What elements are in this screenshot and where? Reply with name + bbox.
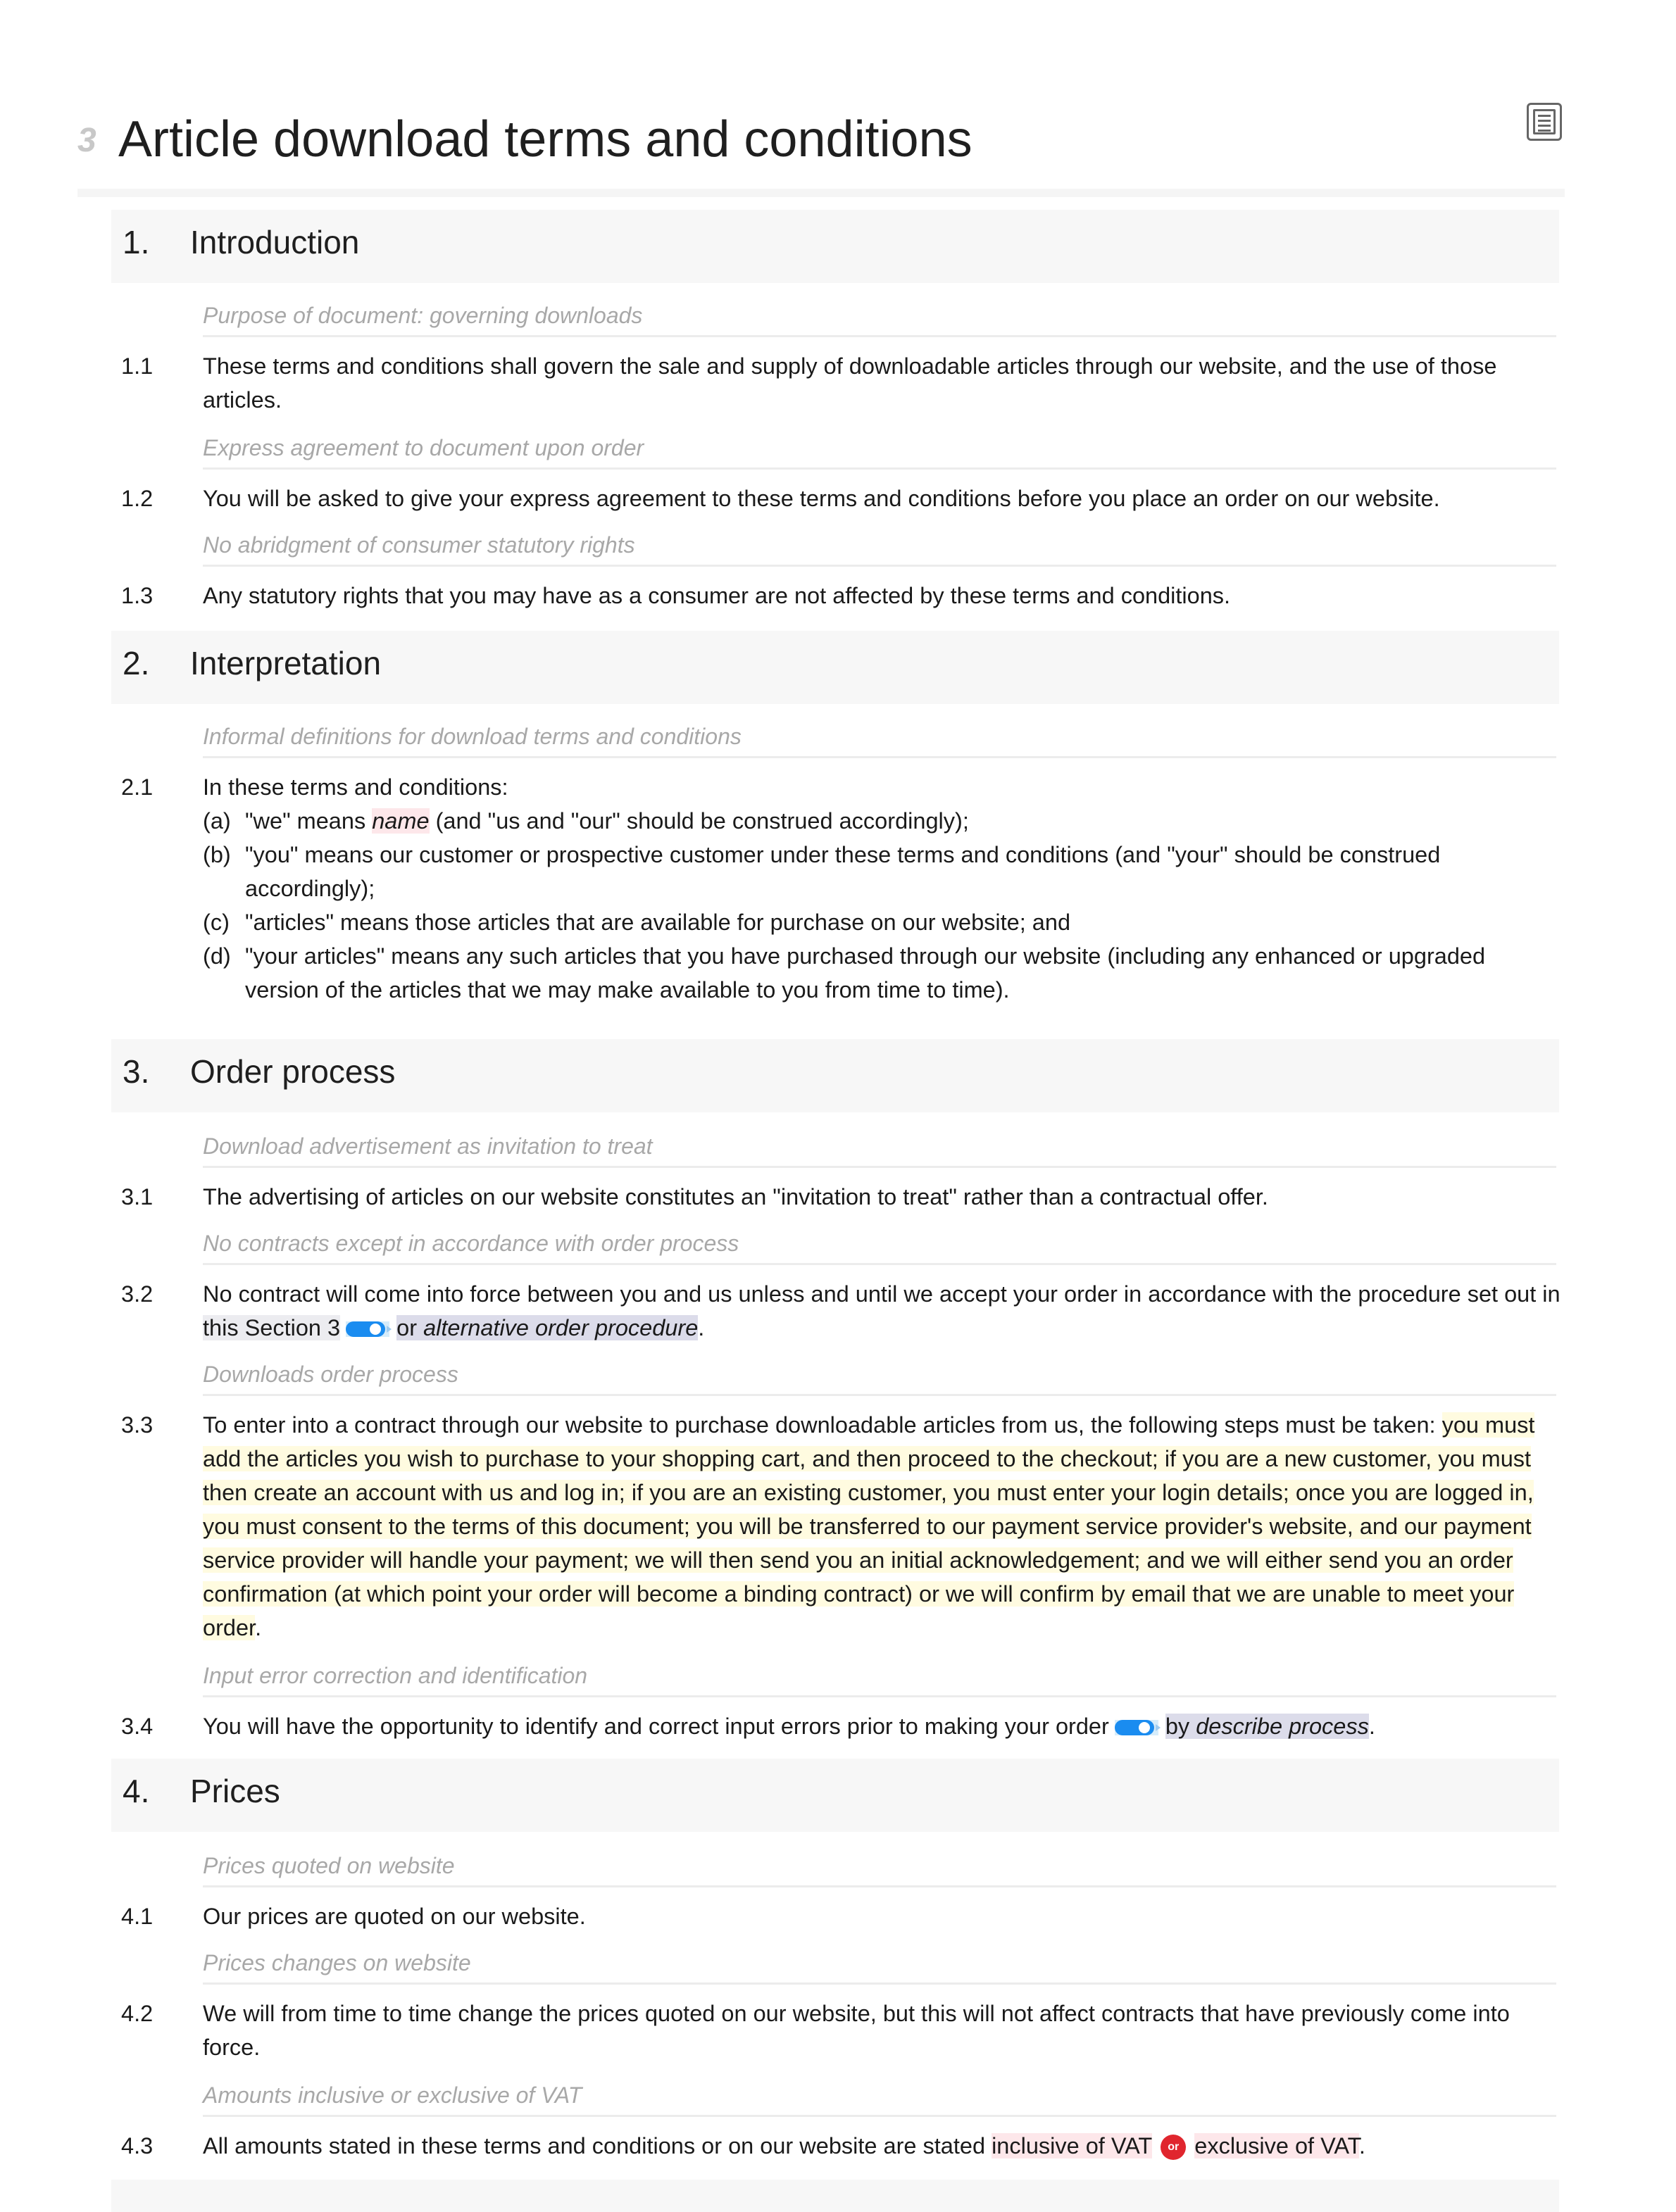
- clause-note: Input error correction and identificatio…: [203, 1663, 1556, 1697]
- clause-note: Download advertisement as invitation to …: [203, 1133, 1556, 1168]
- variable-alternative-order-procedure[interactable]: alternative order procedure: [423, 1315, 699, 1340]
- clause-text: Our prices are quoted on our website.: [203, 1904, 586, 1929]
- subclause-text: "you" means our customer or prospective …: [245, 842, 1441, 901]
- option-exclusive-of-vat[interactable]: exclusive of VAT: [1194, 2133, 1359, 2158]
- clause-number: 4.3: [121, 2133, 154, 2158]
- subclause-label: (c): [203, 910, 230, 935]
- clause-number: 1.1: [121, 353, 154, 379]
- clause-number: 4.1: [121, 1904, 154, 1929]
- table-of-contents-icon: [1533, 109, 1556, 134]
- clause-text: You will be asked to give your express a…: [203, 486, 1440, 511]
- subclause-d: (d) "your articles" means any such artic…: [203, 939, 1562, 1007]
- subclause-label: (b): [203, 842, 231, 867]
- brand-logo-icon: 3: [77, 122, 96, 159]
- variable-name[interactable]: name: [372, 808, 430, 834]
- subclause-a: (a) "we" means name (and "us and "our" s…: [203, 804, 1562, 838]
- section-heading-introduction: 1. Introduction: [111, 210, 1559, 283]
- clause-number: 1.2: [121, 486, 154, 511]
- section-title: Order process: [190, 1053, 396, 1090]
- section-heading-order-process: 3. Order process: [111, 1039, 1559, 1112]
- section-number: 1.: [123, 224, 150, 260]
- section-title: Introduction: [190, 224, 360, 260]
- clause-note: No abridgment of consumer statutory righ…: [203, 532, 1556, 567]
- clause-note: Express agreement to document upon order: [203, 435, 1556, 470]
- subclause-label: (d): [203, 943, 231, 969]
- clause-text: We will from time to time change the pri…: [203, 2001, 1510, 2060]
- clause-note: Downloads order process: [203, 1362, 1556, 1396]
- clause-note: Purpose of document: governing downloads: [203, 303, 1556, 337]
- subclause-c: (c) "articles" means those articles that…: [203, 905, 1562, 939]
- option-this-section-3[interactable]: this Section 3: [203, 1315, 341, 1340]
- clause-number: 3.4: [121, 1714, 154, 1739]
- section-number: 3.: [123, 1053, 150, 1090]
- clause-note: No contracts except in accordance with o…: [203, 1231, 1556, 1265]
- clause-number: 4.2: [121, 2001, 154, 2026]
- clause-text: These terms and conditions shall govern …: [203, 353, 1497, 413]
- table-of-contents-button[interactable]: [1527, 103, 1562, 141]
- clause-text: To enter into a contract through our web…: [203, 1412, 1442, 1438]
- clause-number: 2.1: [121, 774, 154, 800]
- clause-text: All amounts stated in these terms and co…: [203, 2133, 992, 2158]
- next-section-heading-partial: [111, 2180, 1559, 2212]
- clause-text: Any statutory rights that you may have a…: [203, 583, 1231, 608]
- subclause-label: (a): [203, 808, 231, 834]
- clause-text: In these terms and conditions:: [203, 774, 508, 800]
- subclause-text: "articles" means those articles that are…: [245, 910, 1071, 935]
- clause-number: 3.2: [121, 1281, 154, 1307]
- subclause-b: (b) "you" means our customer or prospect…: [203, 838, 1562, 905]
- option-connector: or: [396, 1315, 418, 1340]
- clause-number: 3.3: [121, 1412, 154, 1438]
- clause-number: 1.3: [121, 583, 154, 608]
- option-toggle[interactable]: [346, 1321, 392, 1338]
- clause-text: The advertising of articles on our websi…: [203, 1184, 1268, 1209]
- clause-note: Amounts inclusive or exclusive of VAT: [203, 2082, 1556, 2117]
- section-heading-prices: 4. Prices: [111, 1759, 1559, 1832]
- clause-text: You will have the opportunity to identif…: [203, 1714, 1109, 1739]
- section-number: 4.: [123, 1773, 150, 1809]
- section-number: 2.: [123, 645, 150, 681]
- subclause-text: "your articles" means any such articles …: [245, 943, 1486, 1003]
- optional-order-steps-text[interactable]: you must add the articles you wish to pu…: [203, 1412, 1535, 1640]
- clause-note: Prices quoted on website: [203, 1853, 1556, 1887]
- clause-note: Prices changes on website: [203, 1950, 1556, 1985]
- option-toggle[interactable]: [1114, 1720, 1161, 1736]
- document-title: Article download terms and conditions: [118, 111, 973, 168]
- section-title: Interpretation: [190, 645, 382, 681]
- clause-note: Informal definitions for download terms …: [203, 724, 1556, 758]
- or-choice-badge[interactable]: or: [1161, 2135, 1187, 2161]
- variable-describe-process[interactable]: describe process: [1196, 1714, 1369, 1739]
- clause-text: No contract will come into force between…: [203, 1281, 1561, 1307]
- option-inclusive-of-vat[interactable]: inclusive of VAT: [992, 2133, 1153, 2158]
- section-title: Prices: [190, 1773, 280, 1809]
- option-connector: by: [1165, 1714, 1190, 1739]
- document-header: 3 Article download terms and conditions: [77, 99, 1565, 197]
- clause-number: 3.1: [121, 1184, 154, 1209]
- section-heading-interpretation: 2. Interpretation: [111, 631, 1559, 704]
